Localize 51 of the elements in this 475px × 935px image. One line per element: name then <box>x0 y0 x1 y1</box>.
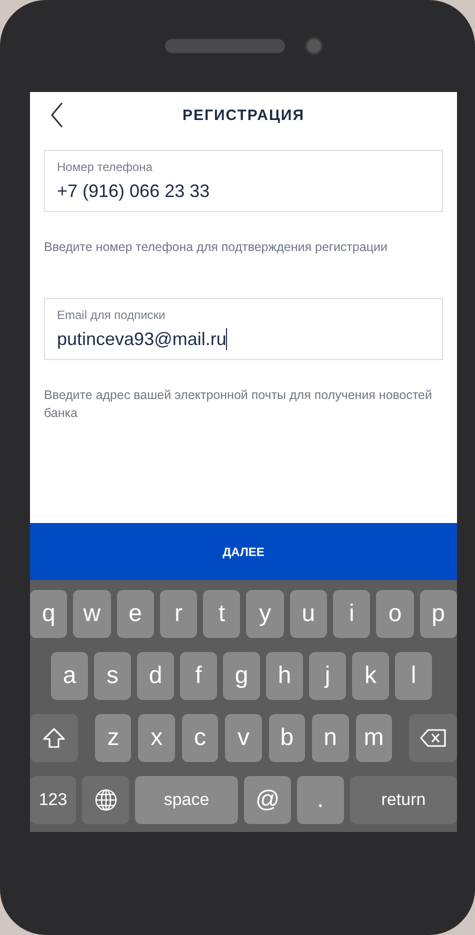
keyboard-key[interactable]: k <box>352 652 389 700</box>
camera-icon <box>304 37 322 55</box>
globe-icon <box>94 788 118 812</box>
keyboard-key[interactable]: p <box>420 590 457 638</box>
keyboard-key[interactable]: 123 <box>30 776 76 824</box>
text-cursor <box>226 328 228 350</box>
field-label: Email для подписки <box>57 308 166 322</box>
speaker-icon <box>164 39 284 53</box>
shift-key[interactable] <box>30 714 78 762</box>
keyboard-key[interactable]: a <box>51 652 88 700</box>
keyboard-key[interactable]: d <box>137 652 174 700</box>
input-field[interactable]: Номер телефона +7 (916) 066 23 33 <box>44 150 443 212</box>
field-hint: Введите номер телефона для подтверждения регистрации <box>44 239 388 256</box>
keyboard-key[interactable]: s <box>94 652 131 700</box>
keyboard-key[interactable]: c <box>182 714 218 762</box>
keyboard-key[interactable]: t <box>203 590 240 638</box>
field-value: putinceva93@mail.ru <box>57 328 228 350</box>
shift-icon <box>42 727 66 749</box>
keyboard-key[interactable]: y <box>246 590 284 638</box>
keyboard-key[interactable]: o <box>376 590 414 638</box>
next-button[interactable]: ДАЛЕЕ <box>30 523 457 580</box>
backspace-key[interactable] <box>408 714 457 762</box>
keyboard-key[interactable]: l <box>395 652 432 700</box>
keyboard-key[interactable]: h <box>266 652 303 700</box>
keyboard-key[interactable]: g <box>223 652 260 700</box>
keyboard-key[interactable]: . <box>297 776 344 824</box>
keyboard-key[interactable]: b <box>268 714 306 762</box>
keyboard-key[interactable]: u <box>290 590 328 638</box>
keyboard-key[interactable]: w <box>73 590 111 638</box>
field-value: +7 (916) 066 23 33 <box>57 181 211 202</box>
keyboard-key[interactable]: n <box>312 714 349 762</box>
keyboard-key[interactable]: m <box>356 714 392 762</box>
keyboard-key[interactable]: v <box>225 714 262 762</box>
field-label: Номер телефона <box>57 160 154 174</box>
keyboard-key[interactable]: f <box>180 652 217 700</box>
return-key[interactable]: return <box>350 776 457 824</box>
keyboard-key[interactable]: r <box>160 590 198 638</box>
globe-key[interactable] <box>82 776 129 824</box>
keyboard-key[interactable]: e <box>116 590 154 638</box>
backspace-icon <box>418 728 447 748</box>
input-field[interactable]: Email для подписки putinceva93@mail.ru <box>44 298 443 360</box>
field-hint: Введите адрес вашей электронной почты для получения новостей банка <box>44 387 433 422</box>
space-key[interactable]: space <box>135 776 238 824</box>
keyboard-key[interactable]: x <box>138 714 175 762</box>
keyboard-key[interactable]: i <box>333 590 370 638</box>
keyboard-key[interactable]: j <box>309 652 346 700</box>
back-icon[interactable] <box>50 102 64 128</box>
keyboard-key[interactable]: @ <box>244 776 291 824</box>
keyboard-key[interactable]: z <box>95 714 132 762</box>
keyboard-key[interactable]: q <box>30 590 68 638</box>
screen-title: РЕГИСТРАЦИЯ <box>182 106 304 124</box>
